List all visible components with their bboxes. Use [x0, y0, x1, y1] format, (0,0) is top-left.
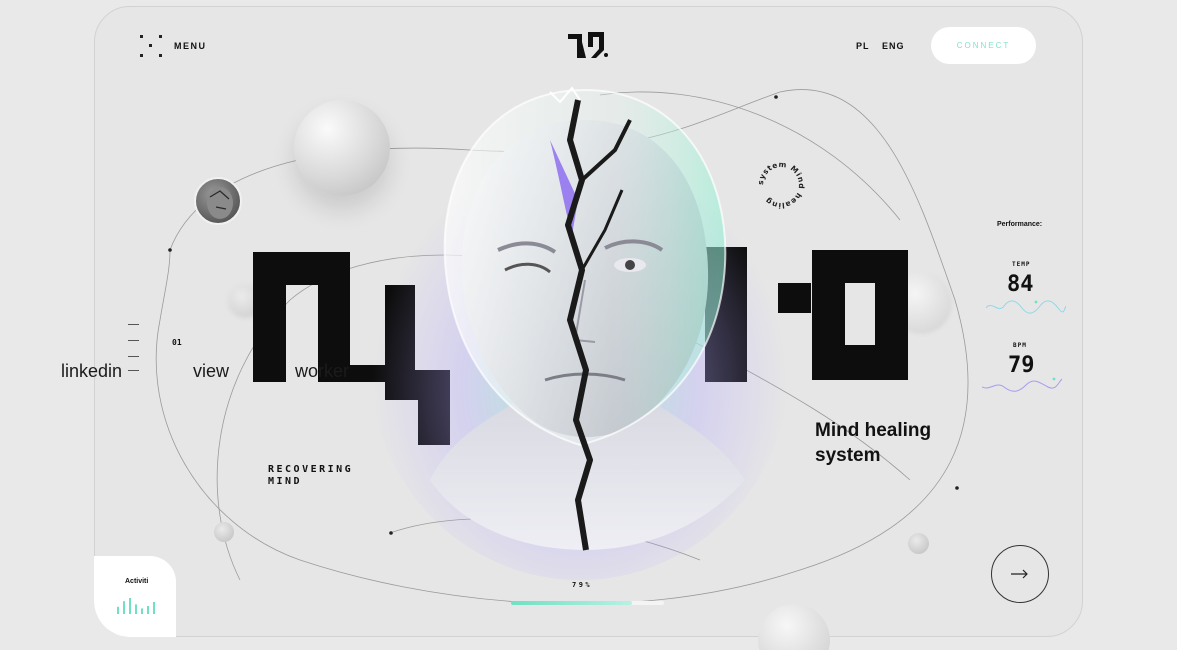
temp-value: 84 [1007, 272, 1034, 297]
activity-bar [123, 601, 125, 614]
menu-label[interactable]: MENU [174, 41, 207, 51]
decor-sphere [294, 100, 390, 196]
cracked-head-sculpture [430, 86, 745, 551]
decor-sphere [908, 533, 929, 554]
menu-dots-icon[interactable] [140, 35, 162, 57]
badge-text: system Mind healing [756, 160, 806, 210]
hero-subtitle-line: MIND [268, 476, 303, 487]
activity-bars [117, 598, 155, 614]
hero-tagline: Mind healing system [815, 418, 965, 468]
progress-text: 79% [572, 581, 593, 589]
next-button[interactable] [991, 545, 1049, 603]
language-pl[interactable]: PL [856, 41, 870, 51]
rotating-badge: system Mind healing [756, 160, 806, 210]
language-eng[interactable]: ENG [882, 41, 905, 51]
avatar[interactable] [194, 177, 242, 225]
nav-number: 01 [172, 338, 182, 347]
activity-bar [129, 598, 131, 614]
activity-bar [141, 608, 143, 614]
temp-label: TEMP [1012, 261, 1031, 268]
progress-bar [511, 601, 664, 605]
tagline-line: Mind healing [815, 420, 932, 441]
activity-bar [117, 606, 119, 614]
performance-title: Performance: [997, 221, 1043, 228]
nav-indicator [128, 322, 140, 372]
progress-fill [511, 601, 632, 605]
bpm-label: BPM [1013, 342, 1027, 349]
brand-logo[interactable] [566, 30, 610, 62]
svg-text:system Mind healing: system Mind healing [756, 160, 806, 210]
activity-bar [135, 604, 137, 614]
arrow-right-icon [1011, 569, 1028, 579]
activity-bar [153, 602, 155, 614]
connect-button[interactable]: CONNECT [931, 27, 1036, 64]
tagline-line: system [815, 445, 881, 466]
nav-link-worker[interactable]: worker [295, 361, 349, 382]
nav-link-linkedin[interactable]: linkedin [61, 361, 122, 382]
nav-link-view[interactable]: view [193, 361, 229, 382]
activity-bar [147, 606, 149, 614]
decor-sphere [214, 522, 234, 542]
bpm-wave-graph [982, 377, 1062, 392]
activity-label: Activiti [125, 578, 149, 585]
hero-subtitle-line: RECOVERING [268, 464, 354, 475]
temp-wave-graph [986, 300, 1066, 314]
hero-subtitle: RECOVERING MIND [268, 464, 353, 488]
